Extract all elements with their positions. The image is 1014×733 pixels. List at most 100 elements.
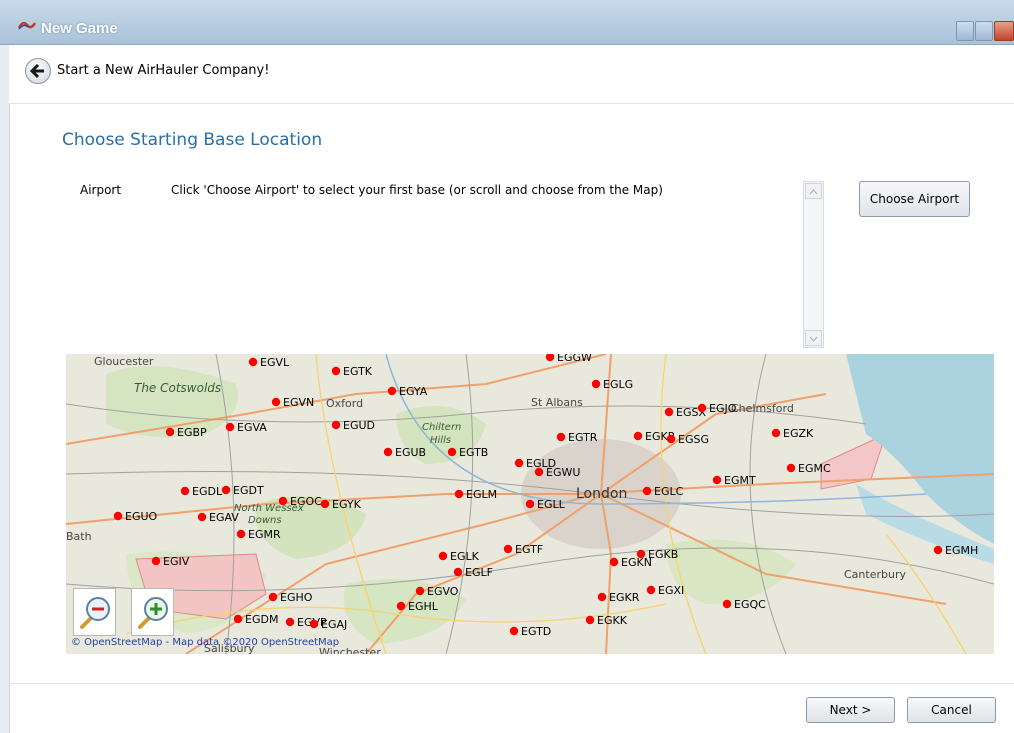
zoom-out-button[interactable] <box>73 588 116 636</box>
airport-marker[interactable] <box>664 407 674 417</box>
map-view[interactable]: Gloucester The Cotswolds Oxford Chiltern… <box>66 354 994 654</box>
scroll-down-arrow[interactable] <box>805 330 822 346</box>
airport-marker[interactable] <box>525 499 535 509</box>
airport-code-label[interactable]: EGVO <box>427 585 459 598</box>
airport-marker[interactable] <box>180 486 190 496</box>
airport-marker[interactable] <box>221 485 231 495</box>
airport-code-label[interactable]: EGMH <box>945 544 978 557</box>
airport-marker[interactable] <box>387 386 397 396</box>
minimize-button[interactable] <box>956 21 974 41</box>
airport-marker[interactable] <box>636 549 646 559</box>
airport-marker[interactable] <box>722 599 732 609</box>
next-button[interactable]: Next > <box>806 697 895 723</box>
airport-marker[interactable] <box>933 545 943 555</box>
airport-code-label[interactable]: EGLM <box>466 488 497 501</box>
airport-marker[interactable] <box>438 551 448 561</box>
airport-code-label[interactable]: EGXI <box>658 584 684 597</box>
airport-marker[interactable] <box>309 619 319 629</box>
airport-code-label[interactable]: EGTR <box>568 431 598 444</box>
choose-airport-button[interactable]: Choose Airport <box>859 181 970 217</box>
airport-marker[interactable] <box>268 592 278 602</box>
airport-code-label[interactable]: EGLL <box>537 498 566 511</box>
airport-code-label[interactable]: EGLK <box>450 550 480 563</box>
airport-marker[interactable] <box>591 379 601 389</box>
airport-code-label[interactable]: EGUB <box>395 446 426 459</box>
airport-code-label[interactable]: EGJO <box>709 402 737 415</box>
airport-marker[interactable] <box>248 357 258 367</box>
airport-code-label[interactable]: EGVN <box>283 396 314 409</box>
airport-marker[interactable] <box>165 427 175 437</box>
airport-marker[interactable] <box>514 458 524 468</box>
airport-marker[interactable] <box>331 366 341 376</box>
airport-code-label[interactable]: EGAJ <box>321 618 347 631</box>
airport-code-label[interactable]: EGTF <box>515 543 543 556</box>
airport-code-label[interactable]: EGHL <box>408 600 439 613</box>
airport-code-label[interactable]: EGTB <box>459 446 488 459</box>
airport-code-label[interactable]: EGQC <box>734 598 766 611</box>
airport-code-label[interactable]: EGMT <box>724 474 756 487</box>
airport-scrollbar[interactable] <box>803 181 824 348</box>
airport-marker[interactable] <box>225 422 235 432</box>
airport-code-label[interactable]: EGMR <box>248 528 281 541</box>
airport-marker[interactable] <box>786 463 796 473</box>
airport-marker[interactable] <box>642 486 652 496</box>
airport-marker[interactable] <box>331 420 341 430</box>
airport-code-label[interactable]: EGTK <box>343 365 373 378</box>
airport-code-label[interactable]: EGGW <box>557 354 592 364</box>
airport-code-label[interactable]: EGKB <box>648 548 678 561</box>
airport-marker[interactable] <box>396 601 406 611</box>
airport-marker[interactable] <box>320 499 330 509</box>
airport-code-label[interactable]: EGUD <box>343 419 375 432</box>
airport-code-label[interactable]: EGDM <box>245 613 278 626</box>
close-button[interactable] <box>994 21 1014 41</box>
airport-code-label[interactable]: EGBP <box>177 426 207 439</box>
airport-code-label[interactable]: EGYA <box>399 385 428 398</box>
airport-code-label[interactable]: EGLC <box>654 485 684 498</box>
airport-code-label[interactable]: EGZK <box>783 427 814 440</box>
airport-marker[interactable] <box>447 447 457 457</box>
airport-marker[interactable] <box>503 544 513 554</box>
airport-code-label[interactable]: EGLF <box>465 566 493 579</box>
airport-marker[interactable] <box>383 447 393 457</box>
airport-code-label[interactable]: EGKR <box>609 591 640 604</box>
airport-code-label[interactable]: EGWU <box>546 466 580 479</box>
airport-marker[interactable] <box>597 592 607 602</box>
airport-code-label[interactable]: EGVL <box>260 356 290 369</box>
airport-code-label[interactable]: EGDT <box>233 484 264 497</box>
zoom-in-button[interactable] <box>131 588 174 636</box>
airport-marker[interactable] <box>509 626 519 636</box>
cancel-button[interactable]: Cancel <box>907 697 996 723</box>
airport-marker[interactable] <box>771 428 781 438</box>
airport-marker[interactable] <box>585 615 595 625</box>
airport-marker[interactable] <box>556 432 566 442</box>
airport-marker[interactable] <box>646 585 656 595</box>
airport-marker[interactable] <box>545 354 555 362</box>
airport-code-label[interactable]: EGHO <box>280 591 313 604</box>
airport-code-label[interactable]: EGUO <box>125 510 158 523</box>
airport-marker[interactable] <box>712 475 722 485</box>
airport-marker[interactable] <box>271 397 281 407</box>
airport-marker[interactable] <box>236 529 246 539</box>
airport-marker[interactable] <box>197 512 207 522</box>
airport-marker[interactable] <box>415 586 425 596</box>
airport-code-label[interactable]: EGAV <box>209 511 239 524</box>
airport-code-label[interactable]: EGIV <box>163 555 190 568</box>
airport-marker[interactable] <box>285 617 295 627</box>
airport-code-label[interactable]: EGVA <box>237 421 267 434</box>
airport-marker[interactable] <box>633 431 643 441</box>
airport-marker[interactable] <box>697 403 707 413</box>
airport-marker[interactable] <box>151 556 161 566</box>
scroll-up-arrow[interactable] <box>805 183 822 199</box>
airport-code-label[interactable]: EGOC <box>290 495 322 508</box>
airport-code-label[interactable]: EGSG <box>678 433 709 446</box>
airport-marker[interactable] <box>278 496 288 506</box>
airport-marker[interactable] <box>534 467 544 477</box>
airport-code-label[interactable]: EGMC <box>798 462 831 475</box>
airport-marker[interactable] <box>454 489 464 499</box>
airport-code-label[interactable]: EGTD <box>521 625 551 638</box>
airport-code-label[interactable]: EGDL <box>192 485 223 498</box>
back-button[interactable] <box>25 58 51 84</box>
airport-marker[interactable] <box>113 511 123 521</box>
maximize-button[interactable] <box>975 21 993 41</box>
airport-marker[interactable] <box>609 557 619 567</box>
